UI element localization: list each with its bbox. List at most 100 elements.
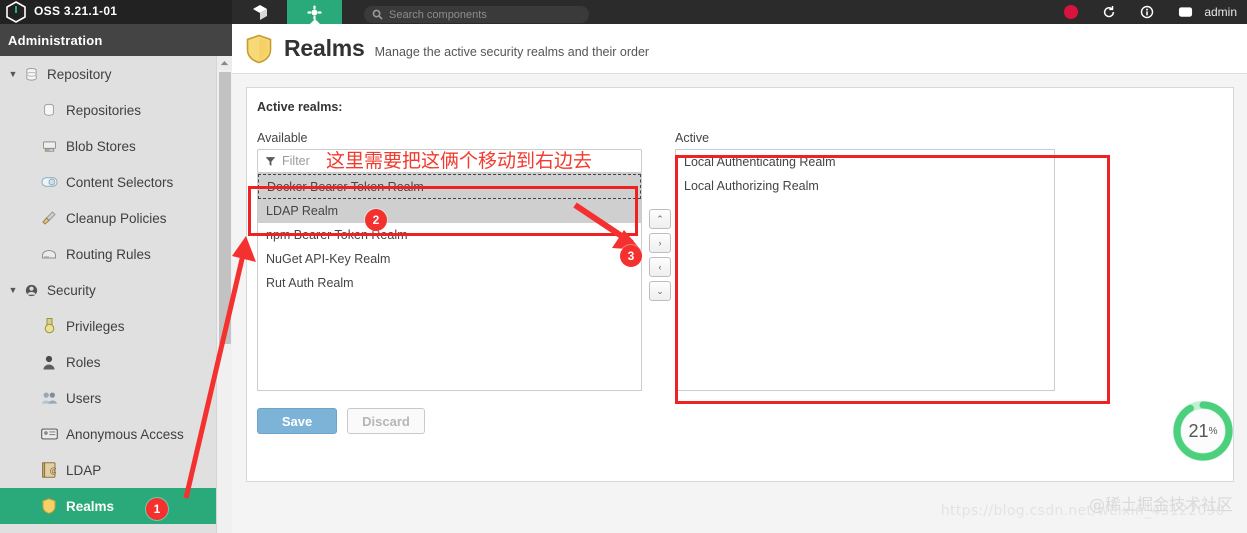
security-shield-icon	[20, 283, 42, 298]
sidebar-scrollbar[interactable]	[216, 56, 232, 533]
move-left-button[interactable]: ‹	[649, 257, 671, 277]
sidebar-item-label: Users	[66, 390, 102, 406]
filter-placeholder: Filter	[282, 154, 310, 168]
search-placeholder: Search components	[389, 8, 487, 21]
realms-panel: Active realms: Available Active Filter D…	[246, 87, 1234, 482]
sidebar-nav-list: ▼ Repository Repositories Blob Stores Co…	[0, 56, 232, 524]
sidebar-item-repositories[interactable]: Repositories	[0, 92, 232, 128]
list-item-label: Local Authenticating Realm	[684, 155, 836, 169]
move-up-button[interactable]: ⌃	[649, 209, 671, 229]
list-item[interactable]: Local Authenticating Realm	[676, 150, 1054, 174]
gear-icon[interactable]	[287, 0, 342, 25]
list-item-label: NuGet API-Key Realm	[266, 252, 391, 266]
product-logo-area[interactable]: OSS 3.21.1-01	[0, 0, 232, 24]
filter-icon	[265, 156, 276, 167]
search-input[interactable]: Search components	[364, 6, 589, 23]
discard-button: Discard	[347, 408, 425, 434]
sidebar-item-label: Routing Rules	[66, 246, 151, 262]
list-item[interactable]: Local Authorizing Realm	[676, 174, 1054, 198]
sidebar-item-label: Privileges	[66, 318, 125, 334]
list-item[interactable]: LDAP Realm	[258, 199, 641, 223]
sidebar-item-label: Realms	[66, 498, 115, 514]
topbar-right-group: admin	[1052, 0, 1247, 24]
filter-input[interactable]: Filter	[257, 149, 642, 173]
chevron-up-icon: ⌃	[656, 213, 664, 224]
page-subtitle: Manage the active security realms and th…	[374, 44, 650, 59]
available-realms-listbox[interactable]: Docker Bearer Token Realm LDAP Realm npm…	[257, 173, 642, 391]
product-name-label: OSS 3.21.1-01	[34, 4, 118, 18]
save-button[interactable]: Save	[257, 408, 337, 434]
sidebar-group-security[interactable]: ▼ Security	[0, 272, 232, 308]
list-item-label: Rut Auth Realm	[266, 276, 354, 290]
sidebar-item-realms[interactable]: Realms	[0, 488, 232, 524]
page-header: Realms Manage the active security realms…	[232, 24, 1247, 74]
sidebar-item-label: Repositories	[66, 102, 142, 118]
shield-icon	[38, 498, 60, 514]
svg-text:@: @	[50, 466, 57, 475]
progress-percent-unit: %	[1208, 425, 1218, 437]
roles-person-icon	[38, 355, 60, 370]
progress-ring: 21%	[1171, 399, 1235, 463]
list-item[interactable]: Docker Bearer Token Realm	[258, 174, 641, 199]
id-card-icon	[38, 428, 60, 440]
shield-icon	[246, 34, 272, 64]
watermark-brand: @稀土掘金技术社区	[1088, 495, 1233, 514]
database-icon	[38, 103, 60, 117]
help-info-icon[interactable]	[1128, 0, 1166, 24]
username-label: admin	[1204, 5, 1237, 19]
sidebar-item-blob-stores[interactable]: Blob Stores	[0, 128, 232, 164]
list-item[interactable]: npm Bearer Token Realm	[258, 223, 641, 247]
blob-store-icon	[38, 140, 60, 153]
sidebar-item-label: Cleanup Policies	[66, 210, 167, 226]
user-avatar-icon[interactable]	[1166, 0, 1204, 24]
chevron-down-icon: ▼	[8, 69, 18, 79]
active-realms-section-label: Active realms:	[257, 100, 343, 114]
sidebar-item-routing-rules[interactable]: Routing Rules	[0, 236, 232, 272]
search-icon	[372, 9, 383, 20]
progress-percent-value: 21	[1188, 420, 1209, 441]
list-item[interactable]: Rut Auth Realm	[258, 271, 641, 295]
main-content: Realms Manage the active security realms…	[232, 24, 1247, 533]
list-item-label: npm Bearer Token Realm	[266, 228, 408, 242]
address-book-icon: @	[38, 462, 60, 478]
active-realms-listbox[interactable]: Local Authenticating Realm Local Authori…	[675, 149, 1055, 391]
routing-rule-icon	[38, 249, 60, 260]
chevron-down-icon: ⌄	[656, 285, 664, 296]
sidebar-header: Administration	[0, 24, 232, 56]
sidebar-item-label: LDAP	[66, 462, 102, 478]
sidebar-item-users[interactable]: Users	[0, 380, 232, 416]
top-application-bar: OSS 3.21.1-01 Search components admin	[0, 0, 1247, 25]
database-icon	[20, 67, 42, 82]
chevron-right-icon: ›	[658, 238, 662, 248]
list-item-label: Local Authorizing Realm	[684, 179, 819, 193]
sidebar-group-repository[interactable]: ▼ Repository	[0, 56, 232, 92]
sidebar-scroll-thumb[interactable]	[219, 72, 231, 344]
sidebar-item-anonymous-access[interactable]: Anonymous Access	[0, 416, 232, 452]
list-item[interactable]: NuGet API-Key Realm	[258, 247, 641, 271]
scroll-up-arrow-icon[interactable]	[217, 56, 232, 70]
sidebar-item-privileges[interactable]: Privileges	[0, 308, 232, 344]
sidebar-item-label: Roles	[66, 354, 101, 370]
available-column-label: Available	[257, 131, 308, 145]
alert-badge-icon[interactable]	[1052, 0, 1090, 24]
sidebar-item-roles[interactable]: Roles	[0, 344, 232, 380]
cube-icon[interactable]	[232, 0, 287, 24]
refresh-icon[interactable]	[1090, 0, 1128, 24]
progress-ring-label: 21%	[1171, 399, 1235, 463]
sidebar-item-label: Content Selectors	[66, 174, 174, 190]
sidebar-item-content-selectors[interactable]: Content Selectors	[0, 164, 232, 200]
list-item-label: Docker Bearer Token Realm	[267, 179, 424, 194]
move-down-button[interactable]: ⌄	[649, 281, 671, 301]
active-column-label: Active	[675, 131, 710, 145]
admin-sidebar: Administration ▼ Repository Repositories…	[0, 24, 232, 533]
sidebar-item-cleanup-policies[interactable]: Cleanup Policies	[0, 200, 232, 236]
sidebar-group-label: Security	[47, 282, 96, 298]
chevron-left-icon: ‹	[658, 262, 662, 272]
move-right-button[interactable]: ›	[649, 233, 671, 253]
nexus-hex-logo-icon	[6, 1, 26, 23]
sidebar-item-ldap[interactable]: @ LDAP	[0, 452, 232, 488]
users-icon	[38, 391, 60, 405]
medal-icon	[38, 318, 60, 334]
sidebar-item-label: Blob Stores	[66, 138, 136, 154]
form-button-row: Save Discard	[257, 408, 425, 434]
